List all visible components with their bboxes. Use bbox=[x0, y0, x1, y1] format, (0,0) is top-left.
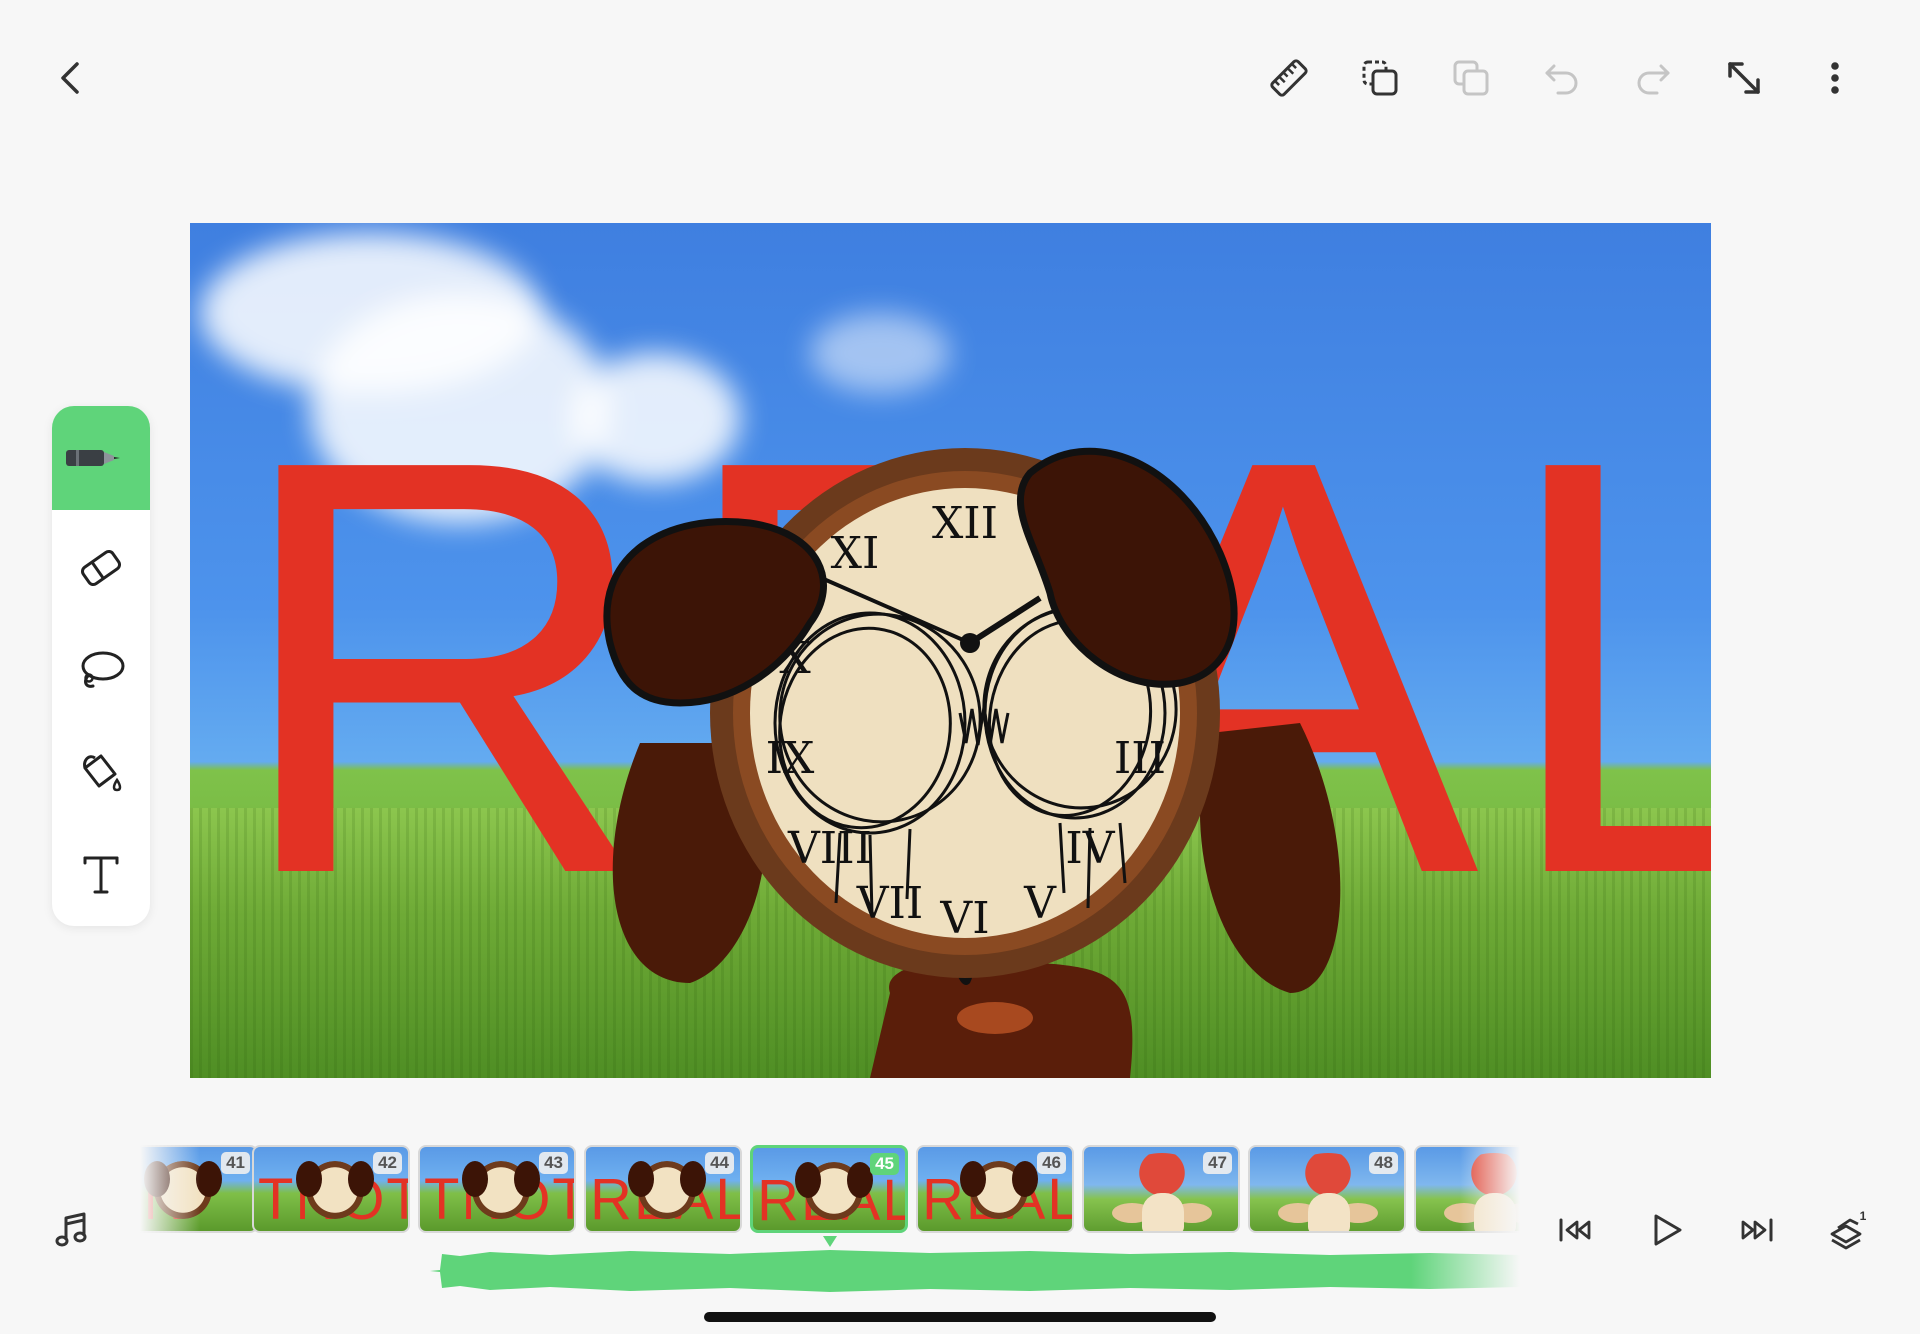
music-note-icon bbox=[55, 1212, 87, 1247]
expand-icon bbox=[1728, 62, 1760, 94]
back-chevron-icon bbox=[61, 62, 79, 94]
play-icon bbox=[1654, 1214, 1682, 1246]
frame-number: 41 bbox=[221, 1152, 250, 1174]
text-tool-button[interactable] bbox=[52, 824, 150, 924]
frame-timeline[interactable]: TN 41 TNOT 42 TNOT 43 REAL 44 REAL 45 RE… bbox=[140, 1145, 1520, 1235]
eraser-tool-button[interactable] bbox=[52, 518, 150, 618]
frame-thumbnail[interactable]: REAL 46 bbox=[916, 1145, 1074, 1233]
frame-number: 48 bbox=[1369, 1152, 1398, 1174]
copy-frame-icon bbox=[1453, 60, 1489, 96]
eraser-tool-icon bbox=[80, 549, 122, 587]
audio-waveform[interactable] bbox=[430, 1246, 1520, 1296]
pen-tool-icon bbox=[66, 450, 120, 466]
pen-tool-button[interactable] bbox=[52, 406, 150, 510]
copy-frame-button[interactable] bbox=[1439, 46, 1503, 110]
svg-text:IX: IX bbox=[766, 733, 815, 784]
layers-count: 1 bbox=[1860, 1209, 1867, 1223]
timeline-fade-left bbox=[140, 1145, 200, 1235]
ruler-button[interactable] bbox=[1257, 46, 1321, 110]
svg-text:VII: VII bbox=[856, 878, 924, 929]
redo-button[interactable] bbox=[1621, 46, 1685, 110]
home-indicator[interactable] bbox=[704, 1312, 1216, 1322]
music-button[interactable] bbox=[40, 1198, 104, 1262]
back-button[interactable] bbox=[40, 46, 104, 110]
lasso-tool-button[interactable] bbox=[52, 620, 150, 720]
play-button[interactable] bbox=[1634, 1198, 1698, 1262]
svg-text:VI: VI bbox=[939, 893, 989, 944]
svg-text:V: V bbox=[1023, 878, 1057, 929]
frame-number: 47 bbox=[1203, 1152, 1232, 1174]
frame-number: 44 bbox=[705, 1152, 734, 1174]
duplicate-frame-button[interactable] bbox=[1348, 46, 1412, 110]
skip-to-end-icon bbox=[1741, 1218, 1773, 1242]
tool-palette bbox=[52, 406, 150, 926]
svg-text:XI: XI bbox=[831, 528, 880, 579]
skip-to-start-icon bbox=[1559, 1218, 1591, 1242]
frame-number: 46 bbox=[1037, 1152, 1066, 1174]
more-options-button[interactable] bbox=[1803, 46, 1867, 110]
frame-thumbnail[interactable]: 48 bbox=[1248, 1145, 1406, 1233]
frame-number: 42 bbox=[373, 1152, 402, 1174]
duplicate-frame-icon bbox=[1362, 60, 1398, 96]
clock-face-character: XII XI I X II IX III VIII IV VII V VI bbox=[603, 447, 1341, 1078]
redo-icon bbox=[1637, 64, 1670, 95]
frame-thumbnail-current[interactable]: REAL 45 bbox=[750, 1145, 908, 1233]
skip-to-end-button[interactable] bbox=[1725, 1198, 1789, 1262]
frame-thumbnail[interactable]: TNOT 42 bbox=[252, 1145, 410, 1233]
skip-to-start-button[interactable] bbox=[1543, 1198, 1607, 1262]
frame-number: 45 bbox=[870, 1153, 899, 1175]
more-vertical-icon bbox=[1831, 62, 1839, 94]
frame-number: 43 bbox=[539, 1152, 568, 1174]
frame-thumbnail[interactable]: TNOT 43 bbox=[418, 1145, 576, 1233]
text-tool-icon bbox=[83, 856, 119, 894]
svg-text:VIII: VIII bbox=[787, 823, 872, 874]
layers-button[interactable]: 1 bbox=[1816, 1198, 1880, 1262]
lasso-tool-icon bbox=[81, 651, 125, 688]
expand-button[interactable] bbox=[1712, 46, 1776, 110]
layers-icon: 1 bbox=[1830, 1209, 1867, 1250]
frame-thumbnail[interactable]: REAL 44 bbox=[584, 1145, 742, 1233]
undo-icon bbox=[1545, 64, 1578, 95]
ruler-icon bbox=[1270, 59, 1308, 97]
fill-bucket-tool-icon bbox=[83, 754, 122, 792]
timeline-fade-right bbox=[1460, 1145, 1520, 1235]
undo-button[interactable] bbox=[1530, 46, 1594, 110]
fill-bucket-tool-button[interactable] bbox=[52, 722, 150, 822]
drawing-canvas[interactable]: REAL XII XI I X II IX III VIII IV VII V … bbox=[190, 223, 1711, 1078]
svg-text:XII: XII bbox=[932, 498, 998, 549]
frame-thumbnail[interactable]: 47 bbox=[1082, 1145, 1240, 1233]
